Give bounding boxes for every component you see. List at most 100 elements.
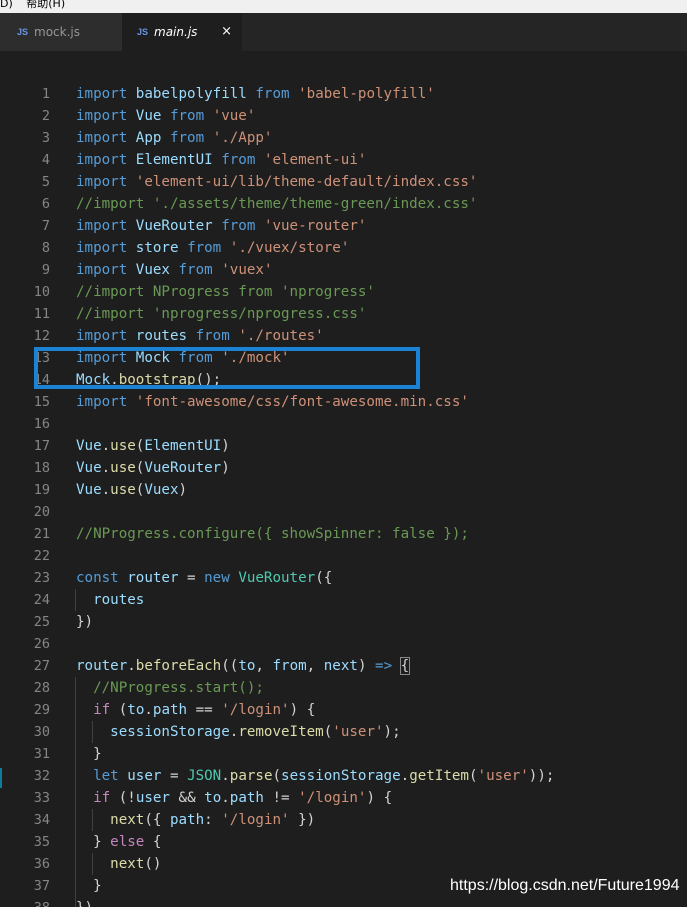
code-token: . — [221, 768, 230, 784]
code-line[interactable]: 17 Vue.use(ElementUI) — [0, 435, 687, 457]
indent-guide — [92, 853, 94, 875]
code-token: from — [195, 328, 230, 344]
code-token: ElementUI — [135, 152, 213, 168]
code-token: next — [110, 812, 145, 828]
line-code: routes — [76, 589, 144, 611]
line-number: 19 — [33, 482, 50, 498]
code-line[interactable]: 18 Vue.use(VueRouter) — [0, 457, 687, 479]
code-line[interactable]: 5 import 'element-ui/lib/theme-default/in… — [0, 171, 687, 193]
line-code: import ElementUI from 'element-ui' — [76, 149, 366, 171]
code-token: import — [76, 240, 128, 256]
code-token: Vue — [76, 438, 102, 454]
code-line[interactable]: 33 if (!user && to.path != '/login') { — [0, 787, 687, 809]
code-line[interactable]: 31 } — [0, 743, 687, 765]
code-token: const — [76, 570, 119, 586]
code-token: : — [204, 812, 222, 828]
code-line[interactable]: 12 import routes from './routes' — [0, 325, 687, 347]
code-line[interactable]: 3 import App from './App' — [0, 127, 687, 149]
code-token: Vue — [76, 482, 102, 498]
close-icon[interactable]: × — [221, 24, 232, 39]
code-token: ) — [221, 460, 230, 476]
code-token: use — [110, 460, 136, 476]
code-line[interactable]: 30 sessionStorage.removeItem('user'); — [0, 721, 687, 743]
code-token: from — [169, 108, 205, 124]
line-number: 1 — [41, 86, 50, 102]
code-editor[interactable]: 1 import babelpolyfill from 'babel-polyfi… — [0, 51, 687, 907]
code-line[interactable]: 22 — [0, 545, 687, 567]
code-line[interactable]: 16 — [0, 413, 687, 435]
code-line[interactable]: 24 routes — [0, 589, 687, 611]
code-line[interactable]: 4 import ElementUI from 'element-ui' — [0, 149, 687, 171]
code-line[interactable]: 27 router.beforeEach((to, from, next) => … — [0, 655, 687, 677]
code-token: getItem — [409, 768, 469, 784]
line-code: } — [76, 743, 102, 765]
code-token: != — [263, 790, 299, 806]
code-token: from — [169, 130, 205, 146]
line-number: 3 — [41, 130, 50, 146]
line-number: 8 — [41, 240, 50, 256]
code-line[interactable]: 36 next() — [0, 853, 687, 875]
code-line[interactable]: 32 let user = JSON.parse(sessionStorage.… — [0, 765, 687, 787]
code-line[interactable]: 20 — [0, 501, 687, 523]
code-token: import — [76, 108, 128, 124]
indent-guide — [92, 721, 94, 743]
code-line[interactable]: 7 import VueRouter from 'vue-router' — [0, 215, 687, 237]
line-number: 28 — [33, 680, 50, 696]
code-line[interactable]: 10 //import NProgress from 'nprogress' — [0, 281, 687, 303]
code-token: VueRouter — [238, 570, 316, 586]
line-number: 7 — [41, 218, 50, 234]
line-number: 4 — [41, 152, 50, 168]
code-line[interactable]: 1 import babelpolyfill from 'babel-polyfi… — [0, 83, 687, 105]
code-line[interactable]: 2 import Vue from 'vue' — [0, 105, 687, 127]
line-code: //NProgress.configure({ showSpinner: fal… — [76, 523, 469, 545]
code-line[interactable]: 29 if (to.path == '/login') { — [0, 699, 687, 721]
code-line[interactable]: 34 next({ path: '/login' }) — [0, 809, 687, 831]
line-number: 11 — [33, 306, 50, 322]
code-line[interactable]: 26 — [0, 633, 687, 655]
code-line[interactable]: 19 Vue.use(Vuex) — [0, 479, 687, 501]
menu-item-help[interactable]: 帮助(H) — [26, 0, 65, 9]
line-code: //import 'nprogress/nprogress.css' — [76, 303, 366, 325]
line-number: 5 — [41, 174, 50, 190]
code-line[interactable]: 6 //import './assets/theme/theme-green/in… — [0, 193, 687, 215]
code-line[interactable]: 28 //NProgress.start(); — [0, 677, 687, 699]
code-line[interactable]: 8 import store from './vuex/store' — [0, 237, 687, 259]
code-line[interactable]: 21 //NProgress.configure({ showSpinner: f… — [0, 523, 687, 545]
code-line[interactable]: 11 //import 'nprogress/nprogress.css' — [0, 303, 687, 325]
tab-mock-js[interactable]: JS mock.js — [0, 13, 122, 51]
line-code: import App from './App' — [76, 127, 272, 149]
code-line[interactable]: 9 import Vuex from 'vuex' — [0, 259, 687, 281]
line-code: import babelpolyfill from 'babel-polyfil… — [76, 83, 435, 105]
code-token: Vue — [135, 108, 162, 124]
tab-main-js[interactable]: JS main.js × — [122, 13, 242, 51]
code-token: . — [101, 460, 111, 476]
code-line[interactable]: 38}) — [0, 897, 687, 907]
code-token: ( — [468, 768, 478, 784]
code-line[interactable]: 23 const router = new VueRouter({ — [0, 567, 687, 589]
code-token: '/login' — [221, 812, 290, 828]
indent-guide — [75, 677, 76, 907]
line-number: 22 — [33, 548, 50, 564]
code-token: from — [272, 658, 307, 674]
code-token: user — [127, 768, 162, 784]
code-token: ) { — [289, 702, 316, 718]
code-line[interactable]: 35 } else { — [0, 831, 687, 853]
code-line[interactable]: 15 import 'font-awesome/css/font-awesome.… — [0, 391, 687, 413]
code-line[interactable]: 25}) — [0, 611, 687, 633]
menu-item-d[interactable]: D) — [0, 0, 13, 9]
code-token: parse — [229, 768, 273, 784]
code-token: use — [110, 438, 136, 454]
code-token: (! — [110, 790, 136, 806]
line-number: 27 — [33, 658, 50, 674]
line-code: import routes from './routes' — [76, 325, 324, 347]
code-token: 'vuex' — [221, 262, 273, 278]
code-token: JSON — [187, 768, 222, 784]
